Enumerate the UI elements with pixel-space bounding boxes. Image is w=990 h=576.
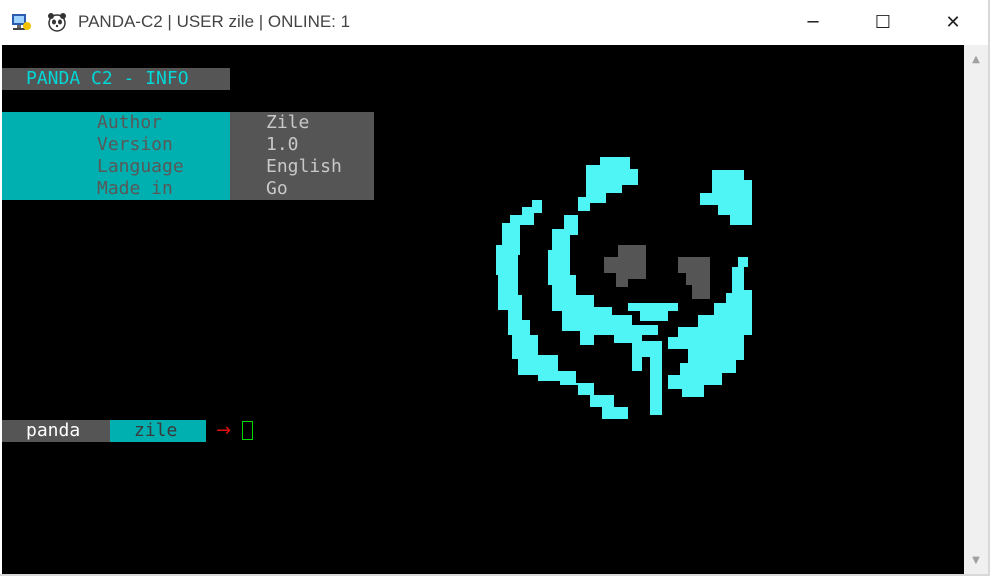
info-values: Zile 1.0 English Go: [230, 112, 374, 200]
close-icon: ✕: [945, 12, 961, 33]
chevron-up-icon: ▲: [972, 53, 980, 65]
vertical-scrollbar[interactable]: ▲ ▼: [964, 45, 988, 574]
info-value-made-in: Go: [266, 178, 288, 199]
info-label-version: Version: [97, 134, 173, 155]
info-value-language: English: [266, 156, 342, 177]
console-app-icon: [12, 14, 31, 30]
prompt-arrow-icon: →: [216, 420, 232, 441]
minimize-icon: ─: [807, 12, 819, 33]
maximize-icon: ☐: [874, 12, 892, 33]
text-cursor[interactable]: [242, 421, 253, 440]
prompt-host: panda: [2, 420, 110, 442]
info-value-version: 1.0: [266, 134, 299, 155]
chevron-down-icon: ▼: [972, 554, 980, 566]
minimize-button[interactable]: ─: [778, 0, 848, 45]
maximize-button[interactable]: ☐: [848, 0, 918, 45]
window-title: PANDA-C2 | USER zile | ONLINE: 1: [78, 12, 351, 31]
console-area[interactable]: PANDA C2 - INFO Author Version Language …: [2, 45, 964, 574]
info-label-language: Language: [97, 156, 184, 177]
close-button[interactable]: ✕: [918, 0, 988, 45]
prompt-user: zile: [110, 420, 206, 442]
panda-icon: [48, 13, 66, 32]
info-value-author: Zile: [266, 112, 310, 133]
panda-logo-icon: [496, 157, 752, 419]
title-bar[interactable]: PANDA-C2 | USER zile | ONLINE: 1 ─ ☐ ✕: [0, 0, 990, 45]
info-labels: Author Version Language Made in: [2, 112, 230, 200]
info-label-author: Author: [97, 112, 163, 133]
info-label-made-in: Made in: [97, 178, 173, 199]
scroll-up-button[interactable]: ▲: [964, 45, 988, 73]
info-header: PANDA C2 - INFO: [2, 68, 230, 90]
scroll-down-button[interactable]: ▼: [964, 546, 988, 574]
